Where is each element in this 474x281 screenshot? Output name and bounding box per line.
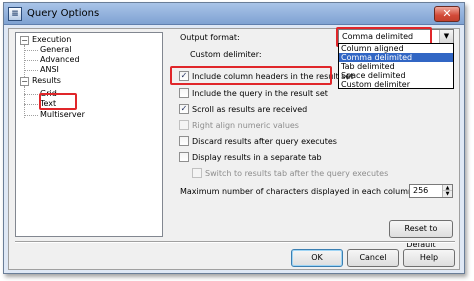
output-format-label: Output format: (180, 33, 240, 42)
option-column-aligned[interactable]: Column aligned (339, 44, 453, 53)
help-button[interactable]: Help (403, 249, 455, 267)
tree-item-multiserver[interactable]: Multiserver (40, 110, 85, 120)
close-button[interactable]: ✕ (434, 6, 460, 22)
tree-connector (24, 115, 38, 116)
ok-button[interactable]: OK (291, 249, 343, 267)
chevron-down-icon[interactable]: ▼ (439, 30, 453, 43)
tree-connector (24, 60, 38, 61)
tree-item-results[interactable]: Results (32, 76, 61, 86)
collapse-execution-toggle[interactable]: − (20, 36, 29, 45)
options-tree[interactable]: − Execution General Advanced ANSI − Resu… (15, 32, 163, 237)
footer-separator (15, 241, 455, 243)
app-icon: ≡ (8, 7, 22, 21)
max-chars-label: Maximum number of characters displayed i… (180, 187, 416, 196)
switch-tab-label: Switch to results tab after the query ex… (205, 169, 389, 178)
window-title: Query Options (27, 8, 100, 19)
discard-results-label[interactable]: Discard results after query executes (192, 137, 337, 146)
output-format-dropdown[interactable]: Column aligned Comma delimited Tab delim… (338, 43, 454, 89)
tree-item-execution[interactable]: Execution (32, 35, 71, 45)
option-tab-delimited[interactable]: Tab delimited (339, 62, 453, 71)
scroll-results-checkbox[interactable]: ✓ (179, 104, 189, 114)
tree-connector (24, 70, 38, 71)
tree-connector (24, 104, 38, 105)
include-query-checkbox[interactable] (179, 88, 189, 98)
reset-to-default-button[interactable]: Reset to Default (389, 220, 453, 249)
tree-connector (24, 94, 38, 95)
custom-delimiter-label: Custom delimiter: (190, 50, 262, 59)
switch-tab-checkbox[interactable] (192, 168, 202, 178)
tree-item-ansi[interactable]: ANSI (40, 65, 59, 75)
tree-connector (24, 50, 38, 51)
max-chars-value[interactable]: 256 (413, 186, 428, 195)
scroll-results-label[interactable]: Scroll as results are received (192, 105, 307, 114)
collapse-results-toggle[interactable]: − (20, 77, 29, 86)
include-headers-highlight (170, 66, 332, 85)
discard-results-checkbox[interactable] (179, 136, 189, 146)
tree-item-advanced[interactable]: Advanced (40, 55, 80, 65)
text-node-highlight (39, 93, 77, 110)
query-options-window: ≡ Query Options ✕ − Execution General Ad… (3, 2, 465, 274)
option-custom-delimiter[interactable]: Custom delimiter (339, 80, 453, 89)
tree-connector (24, 86, 25, 118)
right-align-checkbox[interactable] (179, 120, 189, 130)
max-chars-spinner[interactable]: 256 ▲ ▼ (409, 184, 453, 198)
separate-tab-checkbox[interactable] (179, 152, 189, 162)
tree-item-general[interactable]: General (40, 45, 72, 55)
close-icon: ✕ (442, 7, 452, 20)
dialog-body: − Execution General Advanced ANSI − Resu… (8, 27, 460, 270)
spinner-buttons: ▲ ▼ (442, 185, 452, 197)
option-space-delimited[interactable]: Space delimited (339, 71, 453, 80)
title-bar[interactable]: ≡ Query Options ✕ (4, 3, 464, 25)
option-comma-delimited[interactable]: Comma delimited (339, 53, 453, 62)
include-query-label[interactable]: Include the query in the result set (192, 89, 328, 98)
right-align-label: Right align numeric values (192, 121, 299, 130)
separate-tab-label[interactable]: Display results in a separate tab (192, 153, 322, 162)
cancel-button[interactable]: Cancel (347, 249, 399, 267)
spin-down-icon[interactable]: ▼ (443, 191, 452, 197)
